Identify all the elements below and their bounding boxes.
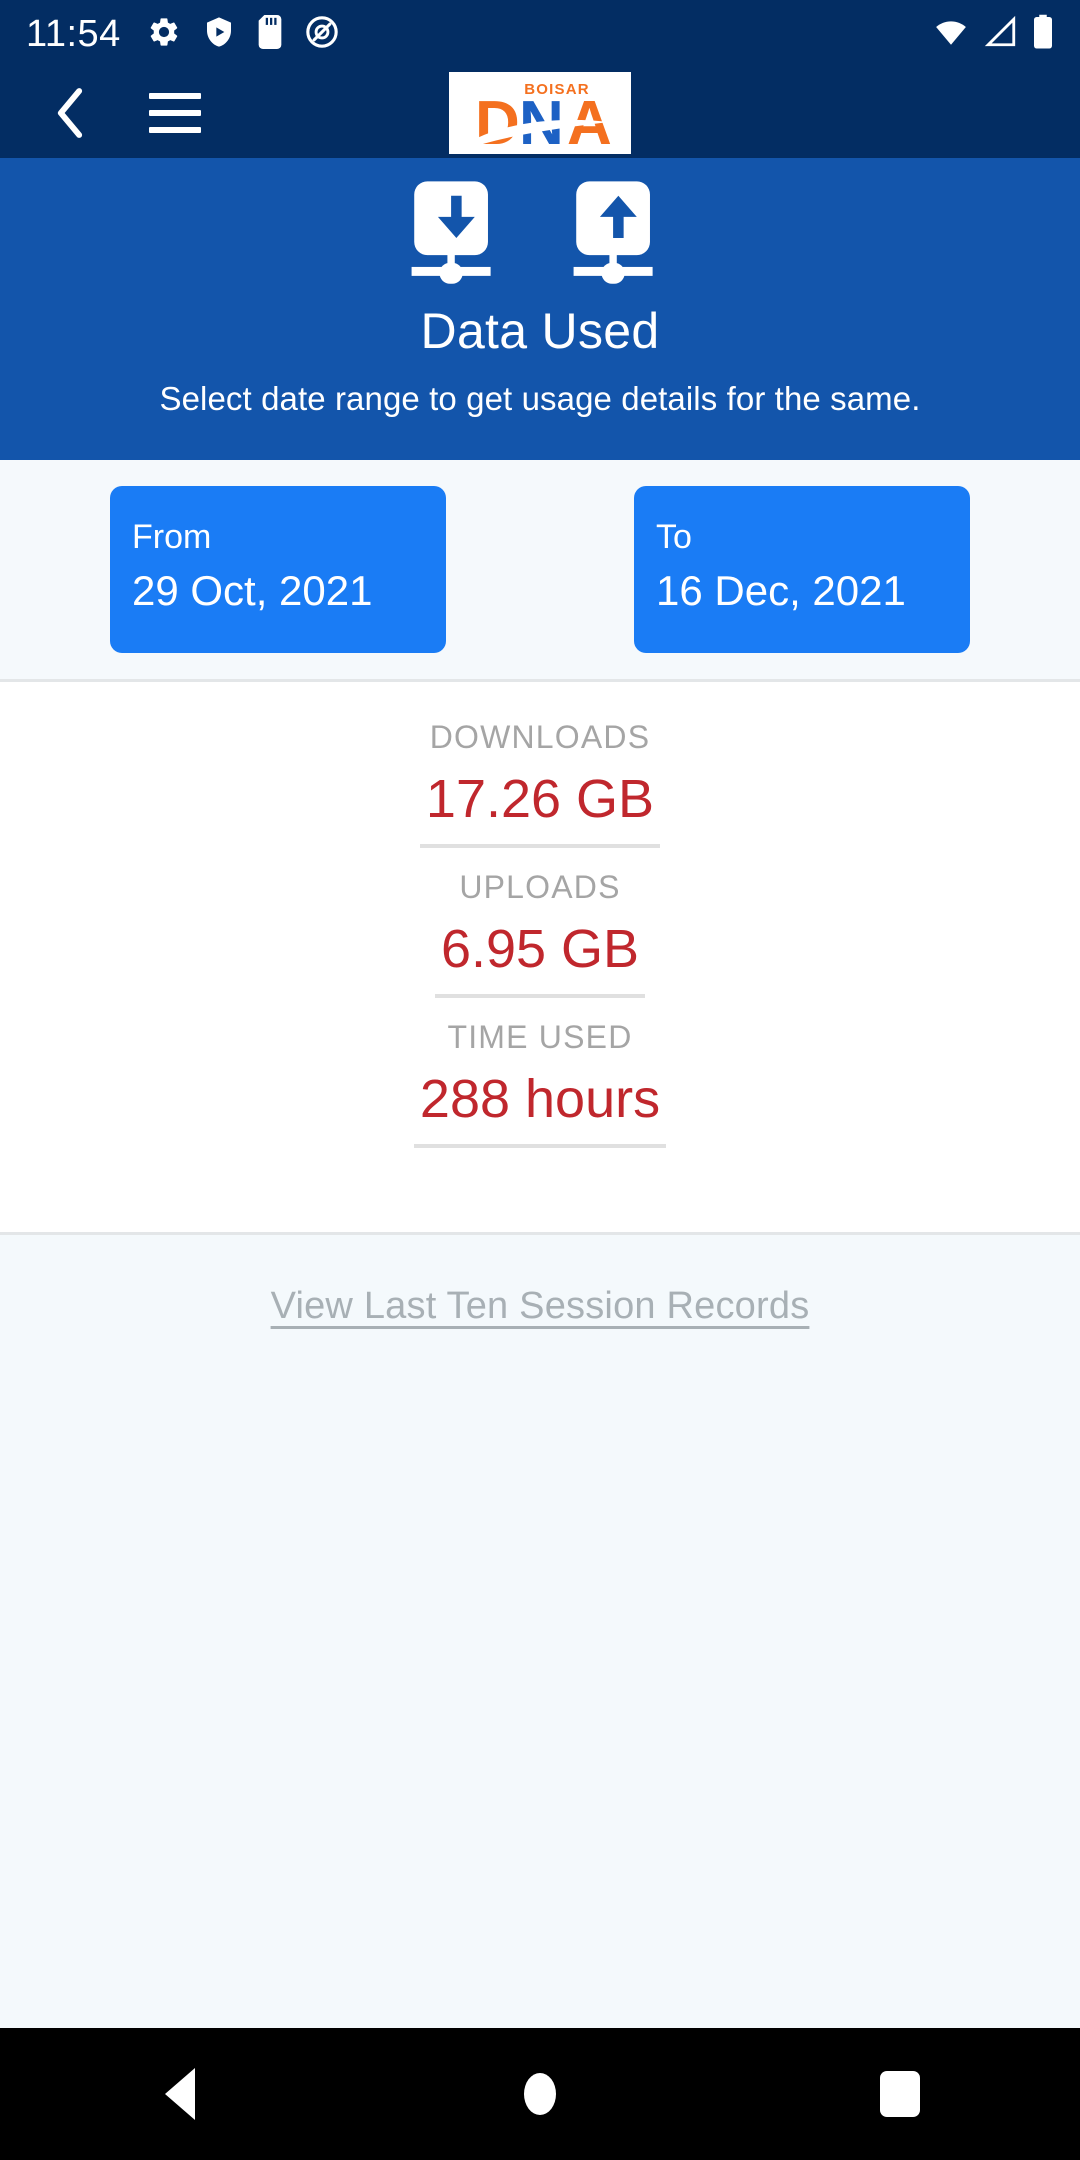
from-date-value: 29 Oct, 2021 <box>132 566 373 614</box>
app-screen: 11:54 BOISAR D A Data Used Select date r… <box>0 0 1080 2160</box>
play-shield-icon <box>203 15 235 54</box>
stat-item-time-used: TIME USED 288 hours <box>413 1016 667 1149</box>
stat-label: TIME USED <box>447 1019 633 1056</box>
status-bar-clock: 11:54 <box>26 13 121 55</box>
upload-network-icon <box>573 181 653 284</box>
app-bar: BOISAR D N A <box>0 68 1080 158</box>
date-range-row: From 29 Oct, 2021 To 16 Dec, 2021 <box>0 460 1080 682</box>
status-bar-system-icons <box>932 14 1054 55</box>
stat-label: DOWNLOADS <box>429 719 651 755</box>
hamburger-menu-icon-line <box>149 110 201 116</box>
from-date-button[interactable]: From 29 Oct, 2021 <box>110 486 446 653</box>
do-not-disturb-icon <box>305 15 339 54</box>
boisar-dna-logo-icon: BOISAR D N A <box>449 72 631 154</box>
status-bar-notification-icons <box>147 14 339 54</box>
stat-value: 17.26 GB <box>419 763 661 849</box>
android-navigation-bar <box>0 2028 1080 2160</box>
nav-recents-button[interactable] <box>840 2034 960 2154</box>
stat-item-uploads: UPLOADS 6.95 GB <box>434 866 646 999</box>
nav-back-icon <box>165 2068 195 2120</box>
hamburger-menu-icon-line <box>149 127 201 133</box>
status-bar: 11:54 <box>0 0 1080 68</box>
back-button[interactable] <box>40 83 100 143</box>
page-title: Data Used <box>420 303 660 359</box>
nav-recents-icon <box>880 2071 920 2117</box>
to-date-label: To <box>656 518 692 556</box>
view-session-records-link[interactable]: View Last Ten Session Records <box>271 1285 810 1328</box>
signal-icon <box>984 15 1018 54</box>
nav-home-icon <box>524 2073 556 2115</box>
battery-icon <box>1032 14 1054 55</box>
download-network-icon <box>411 181 491 284</box>
usage-stats-list: DOWNLOADS 17.26 GB UPLOADS 6.95 GB TIME … <box>0 682 1080 1235</box>
stat-value: 6.95 GB <box>434 913 646 999</box>
stat-label: UPLOADS <box>459 869 621 906</box>
app-logo[interactable]: BOISAR D N A <box>449 72 631 154</box>
sd-card-icon <box>257 14 283 54</box>
chevron-left-icon <box>57 88 83 138</box>
wifi-icon <box>932 15 970 54</box>
from-date-label: From <box>132 518 212 556</box>
gear-icon <box>147 15 181 54</box>
data-used-banner: Data Used Select date range to get usage… <box>0 158 1080 460</box>
page-subtitle: Select date range to get usage details f… <box>159 380 921 417</box>
nav-home-button[interactable] <box>480 2034 600 2154</box>
hamburger-menu-icon-line <box>149 93 201 99</box>
to-date-value: 16 Dec, 2021 <box>656 566 906 614</box>
stat-item-downloads: DOWNLOADS 17.26 GB <box>419 716 661 849</box>
hamburger-menu-button[interactable] <box>140 78 210 148</box>
banner-icon-group <box>406 180 674 288</box>
nav-back-button[interactable] <box>120 2034 240 2154</box>
session-records-area: View Last Ten Session Records <box>0 1235 1080 2028</box>
to-date-button[interactable]: To 16 Dec, 2021 <box>634 486 970 653</box>
stat-value: 288 hours <box>413 1063 667 1149</box>
